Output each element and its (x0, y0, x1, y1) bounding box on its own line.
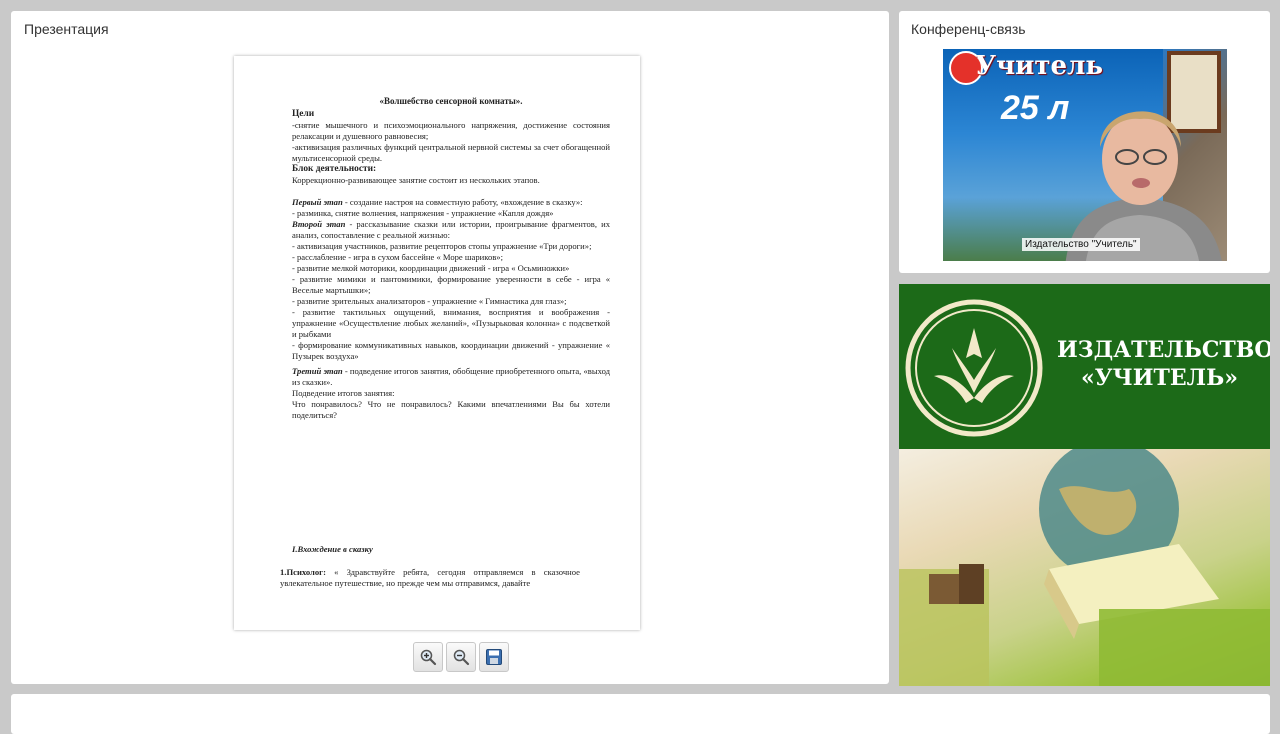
psychologist-text: « Здравствуйте ребята, сегодня отправляе… (280, 567, 580, 588)
conference-title: Конференц-связь (911, 21, 1026, 37)
stage-1-item: - разминка, снятие волнения, напряжения … (292, 208, 554, 218)
zoom-out-icon (453, 649, 470, 666)
zoom-in-icon (420, 649, 437, 666)
stage-2-item: - активизация участников, развитие рецеп… (292, 241, 592, 251)
stage-2-item: - формирование коммуникативных навыков, … (292, 340, 610, 361)
stage-2: Второй этап - рассказывание сказки или и… (292, 219, 610, 241)
stage-2-item: - развитие мелкой моторики, координации … (292, 263, 570, 273)
brand-line-2: «УЧИТЕЛЬ» (1081, 365, 1238, 391)
save-button[interactable] (479, 642, 509, 672)
questions-text: Что понравилось? Что не понравилось? Как… (292, 399, 610, 420)
zoom-out-button[interactable] (446, 642, 476, 672)
block-heading: Блок деятельности: (292, 164, 377, 174)
brand-line-1: ИЗДАТЕЛЬСТВО (1057, 337, 1270, 363)
stage-3-label: Третий этап (292, 366, 343, 376)
stage-1-text: - создание настроя на совместную работу,… (342, 197, 583, 207)
bottom-panel (11, 694, 1270, 734)
banner-top: ИЗДАТЕЛЬСТВО «УЧИТЕЛЬ» (899, 284, 1270, 449)
zoom-in-button[interactable] (413, 642, 443, 672)
goal-item: -снятие мышечного и психоэмоционального … (292, 120, 610, 141)
block-text: Коррекционно-развивающее занятие состоит… (292, 175, 540, 185)
stage-2-item: - развитие тактильных ощущений, внимания… (292, 307, 610, 339)
save-icon (486, 649, 502, 665)
video-feed[interactable]: Учитель 25 л Издательство "Учитель" (943, 49, 1227, 261)
video-caption: Издательство "Учитель" (1022, 238, 1140, 251)
stage-2-label: Второй этап (292, 219, 346, 229)
section-heading: I.Вхождение в сказку (292, 544, 373, 554)
brand-name: ИЗДАТЕЛЬСТВО «УЧИТЕЛЬ» (1057, 336, 1270, 392)
goals-heading: Цели (292, 109, 315, 119)
stage-1: Первый этап - создание настроя на совмес… (292, 197, 610, 208)
conference-panel: Конференц-связь Учитель 25 л Издательств… (899, 11, 1270, 273)
books-globe-image (899, 439, 1270, 686)
stage-2-item: - развитие мимики и пантомимики, формиро… (292, 274, 610, 295)
presentation-panel: Презентация «Волшебство сенсорной комнат… (11, 11, 889, 684)
document-page[interactable]: «Волшебство сенсорной комнаты». Цели -сн… (234, 56, 640, 630)
speaker-figure (1065, 111, 1222, 261)
psychologist-paragraph: 1.Психолог: « Здравствуйте ребята, сегод… (280, 567, 580, 589)
publisher-emblem-icon (905, 299, 1043, 437)
stage-3: Третий этап - подведение итогов занятия,… (292, 366, 610, 388)
presentation-title: Презентация (24, 21, 109, 37)
publisher-banner: ИЗДАТЕЛЬСТВО «УЧИТЕЛЬ» (899, 284, 1270, 686)
psychologist-label: 1.Психолог: (280, 567, 326, 577)
stage-2-item: - развитие зрительных анализаторов - упр… (292, 296, 567, 306)
goal-item: -активизация различных функций центральн… (292, 142, 610, 163)
stage-2-item: - расслабление - игра в сухом бассейне «… (292, 252, 503, 262)
document-title: «Волшебство сенсорной комнаты». (379, 96, 523, 106)
summary-text: Подведение итогов занятия: (292, 388, 395, 398)
stage-1-label: Первый этап (292, 197, 343, 207)
books-globe-illustration (899, 439, 1270, 686)
